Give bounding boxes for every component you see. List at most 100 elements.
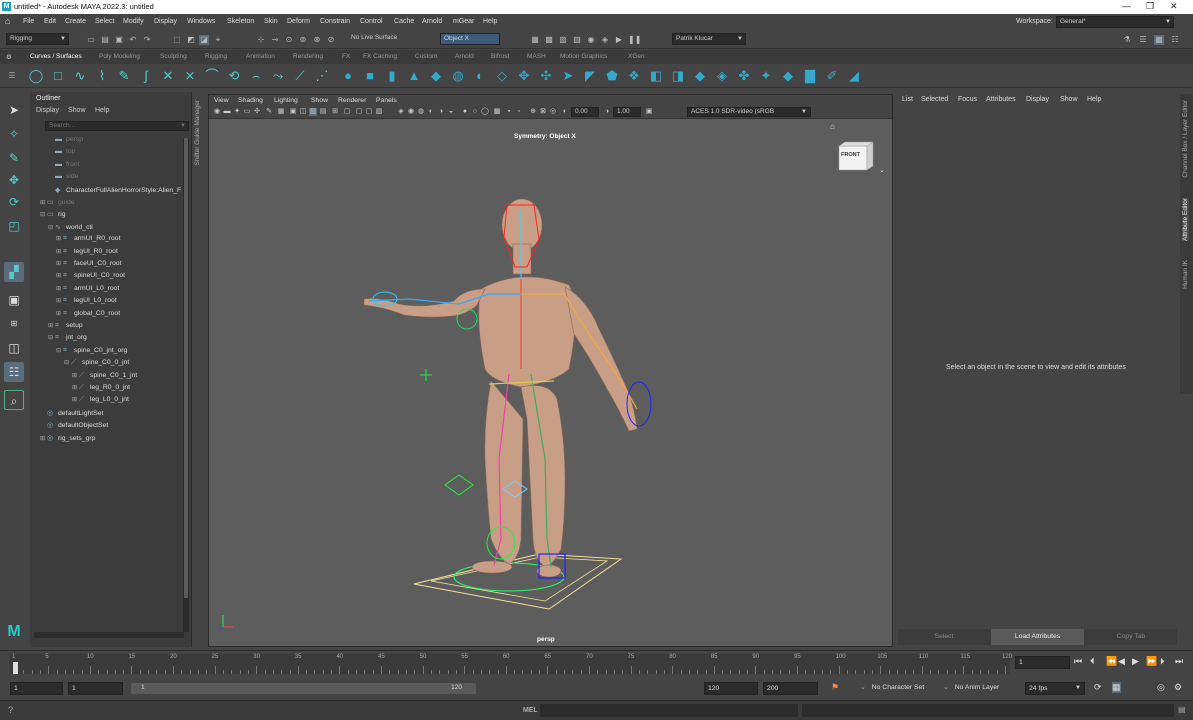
expand-toggle-icon[interactable]: ⊞ (56, 260, 63, 267)
outliner-item[interactable]: ⊞ ▭ guide (40, 198, 75, 206)
loop-icon[interactable]: ⟳ (1094, 682, 1102, 693)
outliner-item[interactable]: ⊞ ⌗ spineUI_C0_root (56, 272, 125, 280)
shelf-tab-animation[interactable]: Animation (246, 53, 275, 60)
hud-icon[interactable]: ⊠ (539, 108, 547, 116)
outliner-item[interactable]: ⊞ ⌗ legUI_L0_root (56, 297, 117, 305)
time-slider-bar[interactable]: 1 5 10 15 20 25 30 35 40 45 50 55 60 65 70 75 80 85 90 95 10… (10, 654, 1012, 674)
menu-edit[interactable]: Edit (44, 18, 56, 25)
grid-icon[interactable]: ▦ (277, 108, 285, 116)
safe-action-icon[interactable]: ▢ (343, 108, 351, 116)
shelf-tab-rendering[interactable]: Rendering (293, 53, 323, 60)
textured-icon[interactable]: ◍ (417, 108, 425, 116)
script-editor-icon[interactable]: ▤ (1178, 705, 1186, 714)
expand-toggle-icon[interactable]: ⊞ (56, 235, 63, 242)
shelf-tab-sculpting[interactable]: Sculpting (160, 53, 187, 60)
expand-toggle-icon[interactable]: ⊟ (40, 211, 47, 218)
xray-joint-icon[interactable]: ◯ (481, 108, 489, 116)
exposure-icon[interactable]: ◐ (561, 108, 569, 116)
new-scene-icon[interactable]: ▭ (86, 35, 96, 45)
select-object-icon[interactable]: ◩ (186, 35, 196, 45)
two-view-layout-icon[interactable]: ⊞ (4, 314, 24, 334)
rotate-tool-icon[interactable]: ⟳ (4, 192, 24, 212)
menu-select[interactable]: Select (95, 18, 114, 25)
home-icon[interactable]: ⌂ (5, 16, 10, 26)
select-hierarchy-icon[interactable]: ⬚ (172, 35, 182, 45)
character-set-dropdown[interactable]: ⌄ No Character Set (857, 682, 932, 695)
outliner-item[interactable]: ⊟ ⌗ jnt_org (48, 334, 87, 342)
offset-curve-icon[interactable]: ⌢ (248, 68, 264, 84)
anim-layer-dropdown[interactable]: ⌄ No Anim Layer (940, 682, 1012, 695)
outliner-item[interactable]: ⊞ ⌗ setup (48, 322, 83, 330)
square-curve-icon[interactable]: □ (50, 68, 66, 84)
nurbs-torus-icon[interactable]: ◍ (450, 68, 466, 84)
outliner-item[interactable]: ⊞ ◎ rig_sets_grp (40, 434, 95, 442)
channel-box-icon[interactable]: ☷ (1170, 35, 1180, 45)
render-icon[interactable]: ▦ (530, 35, 540, 45)
user-account-dropdown[interactable]: Patrik Klucar ▼ (672, 33, 746, 45)
outliner-item[interactable]: ▬ persp (48, 136, 83, 143)
square-surface-icon[interactable]: ❖ (626, 68, 642, 84)
outliner-search-input[interactable]: Search... ▼ (45, 121, 189, 131)
menu-skeleton[interactable]: Skeleton (227, 18, 254, 25)
shelf-tab-rigging[interactable]: Rigging (205, 53, 227, 60)
menu-mgear[interactable]: mGear (453, 18, 474, 25)
outliner-h-scrollbar[interactable] (34, 632, 184, 638)
ep-curve-icon[interactable]: ⌇ (94, 68, 110, 84)
hypershade-icon[interactable]: ◉ (586, 35, 596, 45)
bezier-curve-icon[interactable]: ∫ (138, 68, 154, 84)
live-surface-label[interactable]: No Live Surface (348, 33, 410, 45)
expand-toggle-icon[interactable]: ⊟ (48, 224, 55, 231)
rebuild-curve-icon[interactable]: ⌒ (204, 68, 220, 84)
go-to-end-icon[interactable]: ⏭ (1175, 656, 1183, 667)
outliner-item[interactable]: ▬ top (48, 148, 75, 155)
menu-create[interactable]: Create (65, 18, 86, 25)
snap-grid-icon[interactable]: ⊹ (256, 35, 266, 45)
snap-surface-icon[interactable]: ⊗ (312, 35, 322, 45)
shelf-tab-arnold[interactable]: Arnold (455, 53, 474, 60)
menu-windows[interactable]: Windows (187, 18, 215, 25)
circle-curve-icon[interactable]: ◯ (28, 68, 44, 84)
vp-menu-renderer[interactable]: Renderer (338, 97, 366, 104)
attach-surface-icon[interactable]: ✤ (736, 68, 752, 84)
step-forward-frame-icon[interactable]: ⏵ (1160, 656, 1165, 667)
ae-menu-selected[interactable]: Selected (921, 96, 948, 103)
vp-menu-panels[interactable]: Panels (376, 97, 397, 104)
expand-toggle-icon[interactable]: ⊞ (56, 310, 63, 317)
insert-knot-icon[interactable]: ⋰ (314, 68, 330, 84)
lights-icon[interactable]: ◐ (427, 108, 435, 116)
shadows-icon[interactable]: ◑ (437, 108, 445, 116)
expand-toggle-icon[interactable]: ⊟ (64, 359, 71, 366)
render-view-icon[interactable]: ▩ (544, 35, 554, 45)
attribute-editor-tab[interactable]: Attribute Editor (1182, 198, 1189, 241)
ae-menu-focus[interactable]: Focus (958, 96, 977, 103)
outliner-menu-display[interactable]: Display (36, 107, 59, 114)
color-management-icon[interactable]: ▣ (645, 108, 653, 116)
detach-curve-icon[interactable]: ⨯ (182, 68, 198, 84)
image-plane-icon[interactable]: ▭ (243, 108, 251, 116)
outliner-item[interactable]: ⊟ ⌗ spine_C0_jnt_org (56, 347, 127, 355)
align-surface-icon[interactable]: ◆ (780, 68, 796, 84)
outliner-scrollbar[interactable] (183, 138, 189, 632)
script-language-label[interactable]: MEL (523, 707, 537, 714)
select-camera-icon[interactable]: ◉ (213, 108, 221, 116)
tool-settings-icon[interactable]: ▦ (1154, 35, 1164, 45)
wireframe-icon[interactable]: ▥ (309, 108, 317, 116)
modeling-toolkit-icon[interactable]: ⚗ (1122, 35, 1132, 45)
undo-icon[interactable]: ↶ (128, 35, 138, 45)
menu-modify[interactable]: Modify (123, 18, 144, 25)
menu-file[interactable]: File (23, 18, 34, 25)
range-slider[interactable]: 1 120 (131, 683, 476, 694)
lasso-tool-icon[interactable]: ✧ (4, 124, 24, 144)
revolve-icon[interactable]: ◐ (472, 68, 488, 84)
shifter-guide-manager-tab[interactable]: Shifter Guide Manager (194, 100, 204, 220)
shelf-tab-bifrost[interactable]: Bifrost (491, 53, 509, 60)
wireframe-shaded-icon[interactable]: ◈ (397, 108, 405, 116)
vp-menu-view[interactable]: View (214, 97, 229, 104)
arnold-ipr-icon[interactable]: ▶ (614, 35, 624, 45)
outliner-item[interactable]: ⊞ ⟋ spine_C0_1_jnt (72, 372, 137, 380)
color-space-dropdown[interactable]: ACES 1.0 SDR-video (sRGB ▼ (687, 107, 811, 117)
expand-toggle-icon[interactable]: ⊞ (72, 372, 79, 379)
intersect-icon[interactable]: ◨ (670, 68, 686, 84)
expand-toggle-icon[interactable]: ⊟ (56, 347, 63, 354)
xray-icon[interactable]: ● (461, 108, 469, 116)
